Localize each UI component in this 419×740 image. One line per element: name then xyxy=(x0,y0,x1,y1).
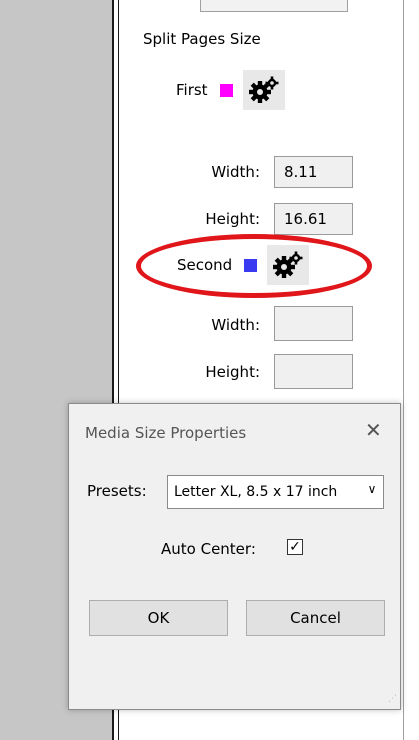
section-title: Split Pages Size xyxy=(143,30,261,48)
second-height-label: Height: xyxy=(205,363,260,381)
presets-select[interactable]: Letter XL, 8.5 x 17 inch ∨ xyxy=(167,475,384,509)
cancel-button[interactable]: Cancel xyxy=(246,600,385,636)
resize-grip-icon[interactable]: ⋰ xyxy=(388,695,398,707)
presets-label: Presets: xyxy=(87,482,147,500)
gears-icon xyxy=(248,76,279,103)
presets-value: Letter XL, 8.5 x 17 inch xyxy=(174,484,338,500)
right-divider xyxy=(403,0,404,740)
first-height-input[interactable]: 16.61 xyxy=(274,203,353,235)
highlight-ellipse xyxy=(136,234,372,298)
second-width-label: Width: xyxy=(211,316,260,334)
ok-button[interactable]: OK xyxy=(89,600,228,636)
second-height-input[interactable] xyxy=(274,354,353,389)
first-height-label: Height: xyxy=(205,210,260,228)
first-row: First xyxy=(176,70,285,110)
auto-center-checkbox[interactable]: ✓ xyxy=(287,539,303,555)
first-width-label: Width: xyxy=(211,163,260,181)
check-icon: ✓ xyxy=(289,539,301,555)
first-label: First xyxy=(176,81,208,99)
media-size-dialog: Media Size Properties ✕ Presets: Letter … xyxy=(68,403,401,710)
dialog-title: Media Size Properties xyxy=(85,424,247,442)
chevron-down-icon: ∨ xyxy=(365,482,379,500)
close-icon[interactable]: ✕ xyxy=(365,418,382,442)
auto-center-label: Auto Center: xyxy=(161,540,256,558)
first-width-input[interactable]: 8.11 xyxy=(274,156,353,188)
first-color-swatch xyxy=(219,83,233,97)
first-gears-button[interactable] xyxy=(242,70,285,110)
top-field-stub[interactable] xyxy=(200,0,348,12)
second-width-input[interactable] xyxy=(274,306,353,341)
